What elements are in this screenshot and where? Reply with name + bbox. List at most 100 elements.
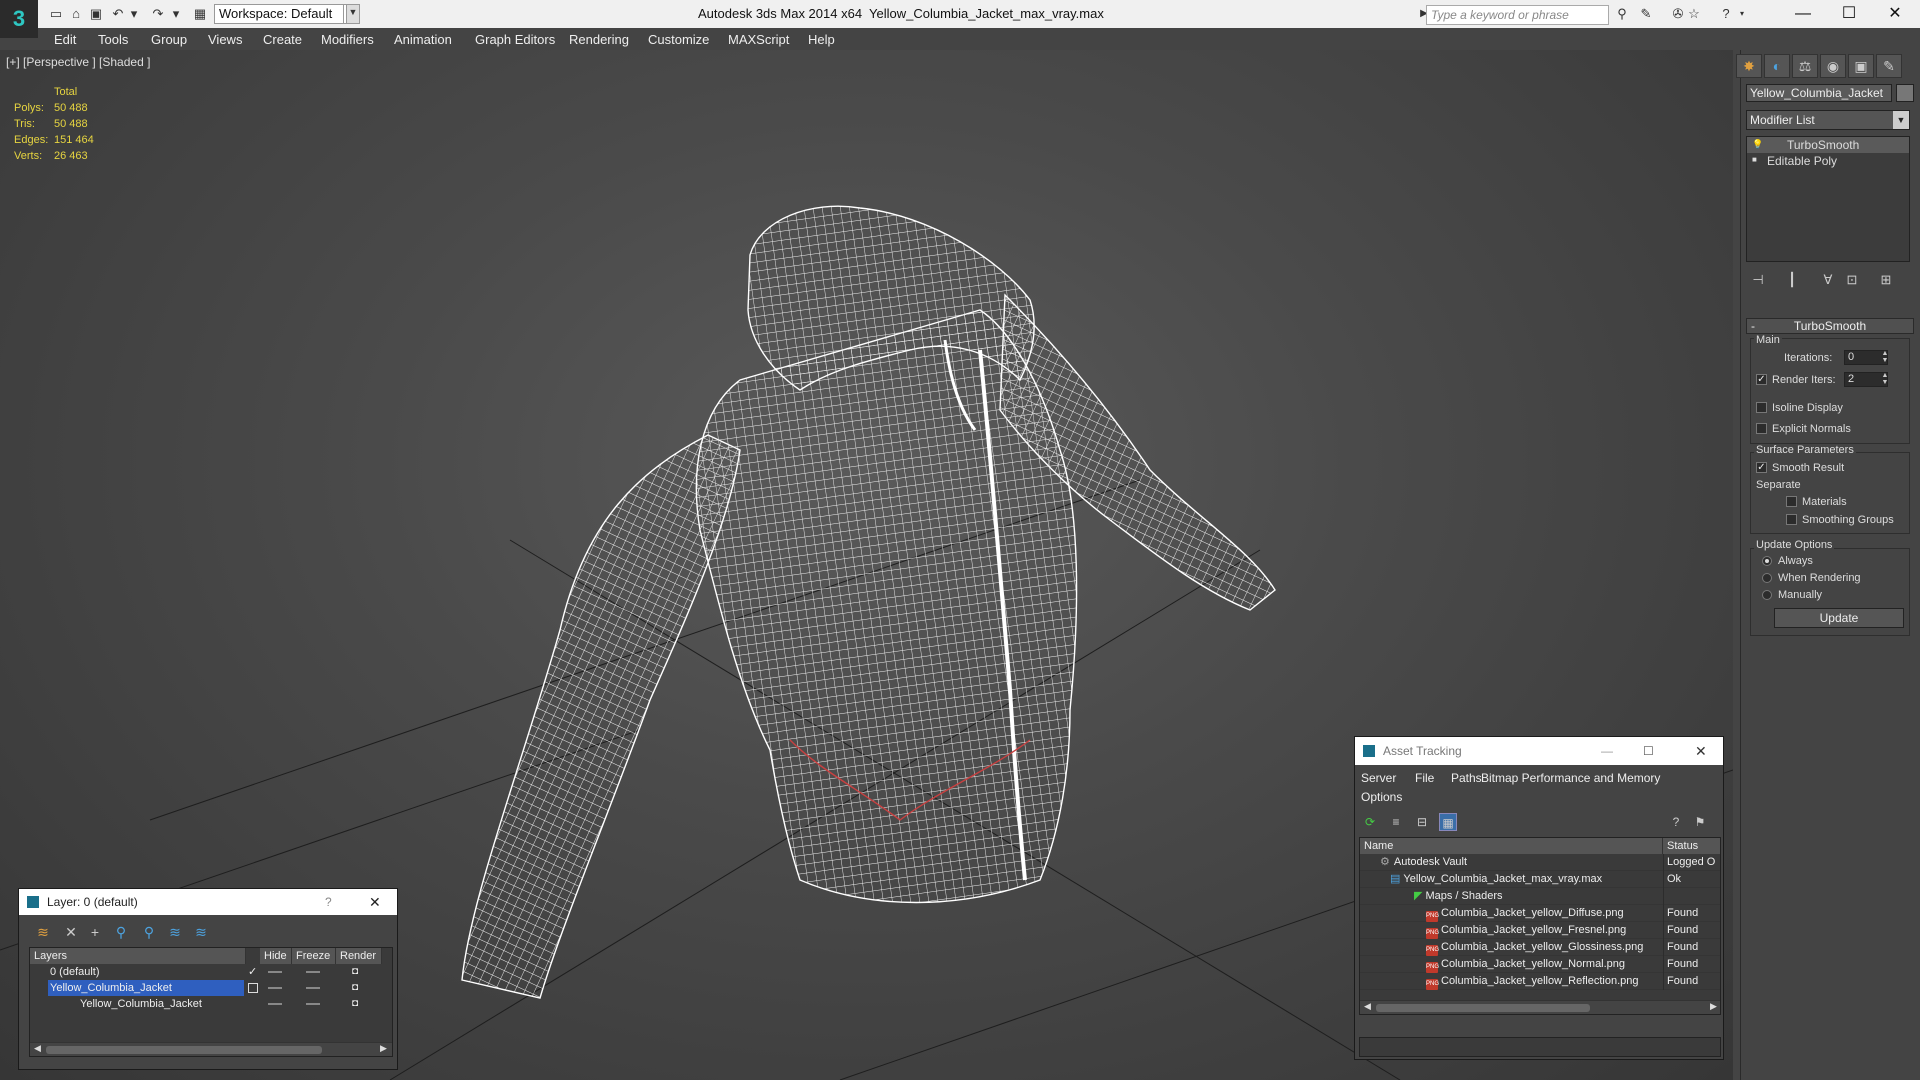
spinner-arrows-icon[interactable]: ▲ ▼ (1880, 372, 1890, 387)
binoculars-icon[interactable]: ⚲ (1614, 6, 1630, 21)
motion-tab-icon[interactable]: ◉ (1820, 54, 1846, 78)
tree-view-icon[interactable]: ⊟ (1413, 813, 1431, 831)
asset-window-title-bar[interactable]: Asset Tracking — ☐ ✕ (1355, 737, 1723, 765)
menu-paths[interactable]: Paths (1451, 771, 1482, 785)
workspace-menu-icon[interactable]: ▼ (346, 4, 360, 24)
isoline-display-checkbox[interactable] (1756, 402, 1767, 413)
refresh-icon[interactable]: ⟳ (1361, 813, 1379, 831)
layer-row[interactable]: Yellow_Columbia_Jacket ◘ (30, 996, 392, 1012)
menu-graph-editors[interactable]: Graph Editors (475, 32, 555, 47)
turbosmooth-rollout-header[interactable]: - TurboSmooth (1746, 318, 1914, 334)
asset-row[interactable]: ⚙ Autodesk Vault Logged O (1360, 854, 1720, 871)
minimize-icon[interactable]: — (1601, 737, 1613, 765)
hide-toggle[interactable] (268, 971, 282, 973)
favorites-star-icon[interactable]: ☆ (1686, 6, 1702, 21)
expand-box-icon[interactable]: ■ (1752, 155, 1762, 165)
freeze-column-header[interactable]: Freeze (292, 948, 336, 964)
undo-icon[interactable]: ↶ (110, 6, 126, 21)
smoothing-groups-checkbox[interactable] (1786, 514, 1797, 525)
asset-row[interactable]: PNG Columbia_Jacket_yellow_Diffuse.png Fo… (1360, 905, 1720, 922)
manually-radio[interactable] (1762, 590, 1772, 600)
menu-customize[interactable]: Customize (648, 32, 709, 47)
menu-bitmap-performance[interactable]: Bitmap Performance and Memory (1481, 771, 1660, 785)
show-end-result-icon[interactable]: ┃ (1782, 270, 1802, 290)
layer-row[interactable]: Yellow_Columbia_Jacket ◘ (30, 980, 392, 996)
scroll-right-icon[interactable]: ▶ (380, 1043, 387, 1054)
render-toggle-icon[interactable]: ◘ (352, 980, 358, 996)
layer-row[interactable]: 0 (default) ✓ ◘ (30, 964, 392, 980)
menu-help[interactable]: Help (808, 32, 835, 47)
modify-tab-icon[interactable]: ◐ (1764, 54, 1790, 78)
menu-create[interactable]: Create (263, 32, 302, 47)
hide-toggle[interactable] (268, 987, 282, 989)
menu-edit[interactable]: Edit (54, 32, 76, 47)
always-radio[interactable] (1762, 556, 1772, 566)
remove-modifier-icon[interactable]: ⊡ (1842, 270, 1862, 290)
asset-row[interactable]: PNG Columbia_Jacket_yellow_Normal.png Fou… (1360, 956, 1720, 973)
stack-item-turbosmooth[interactable]: 💡 TurboSmooth (1747, 137, 1909, 153)
asset-row[interactable]: PNG Columbia_Jacket_yellow_Glossiness.png… (1360, 939, 1720, 956)
search-input[interactable]: Type a keyword or phrase (1426, 5, 1609, 25)
render-column-header[interactable]: Render (336, 948, 382, 964)
horizontal-scrollbar[interactable]: ◀ ▶ (1360, 1000, 1720, 1014)
horizontal-scrollbar[interactable]: ◀ ▶ (30, 1042, 392, 1056)
close-icon[interactable]: ✕ (1872, 2, 1918, 26)
close-icon[interactable]: ✕ (1695, 737, 1707, 765)
create-layer-icon[interactable]: + (85, 923, 105, 941)
layers-settings-icon[interactable]: ≋ (33, 923, 53, 941)
render-toggle-icon[interactable]: ◘ (352, 964, 358, 980)
close-icon[interactable]: ✕ (369, 889, 381, 915)
list-view-icon[interactable]: ≡ (1387, 813, 1405, 831)
scroll-left-icon[interactable]: ◀ (34, 1043, 41, 1054)
menu-group[interactable]: Group (151, 32, 187, 47)
make-unique-icon[interactable]: ∀ (1818, 270, 1838, 290)
smooth-result-checkbox[interactable]: ✓ (1756, 462, 1767, 473)
menu-server[interactable]: Server (1361, 771, 1396, 785)
menu-modifiers[interactable]: Modifiers (321, 32, 374, 47)
table-view-icon[interactable]: ▦ (1439, 813, 1457, 831)
freeze-toggle[interactable] (306, 971, 320, 973)
maximize-icon[interactable]: ☐ (1826, 2, 1872, 26)
render-iters-checkbox[interactable]: ✓ (1756, 374, 1767, 385)
menu-views[interactable]: Views (208, 32, 242, 47)
workspace-dropdown[interactable]: Workspace: Default ▼ (214, 4, 360, 24)
layer-window-title-bar[interactable]: Layer: 0 (default) ? ✕ (19, 889, 397, 915)
when-rendering-radio[interactable] (1762, 573, 1772, 583)
render-toggle-icon[interactable]: ◘ (352, 996, 358, 1012)
explicit-normals-checkbox[interactable] (1756, 423, 1767, 434)
help-pin-icon[interactable]: ⚑ (1691, 813, 1709, 831)
asset-row[interactable]: PNG Columbia_Jacket_yellow_Fresnel.png Fo… (1360, 922, 1720, 939)
communication-center-icon[interactable]: ✇ (1670, 6, 1686, 21)
project-folder-icon[interactable]: ▦ (192, 6, 208, 21)
subscription-icon[interactable]: ✎ (1638, 6, 1654, 21)
create-tab-icon[interactable]: ✸ (1736, 54, 1762, 78)
materials-checkbox[interactable] (1786, 496, 1797, 507)
3ds-max-logo-icon[interactable]: 3 (0, 0, 38, 38)
menu-animation[interactable]: Animation (394, 32, 452, 47)
open-file-icon[interactable]: ⌂ (68, 6, 84, 21)
undo-dropdown-icon[interactable]: ▾ (126, 6, 142, 21)
scroll-left-icon[interactable]: ◀ (1364, 1001, 1371, 1012)
configure-sets-icon[interactable]: ⊞ (1876, 270, 1896, 290)
active-layer-checkmark-icon[interactable]: ✓ (248, 964, 257, 980)
delete-layer-icon[interactable]: ✕ (61, 923, 81, 941)
display-tab-icon[interactable]: ▣ (1848, 54, 1874, 78)
scrollbar-thumb[interactable] (1376, 1004, 1590, 1012)
redo-dropdown-icon[interactable]: ▾ (168, 6, 184, 21)
chevron-down-icon[interactable]: ▼ (1893, 111, 1909, 129)
minimize-icon[interactable]: — (1780, 2, 1826, 26)
new-file-icon[interactable]: ▭ (48, 6, 64, 21)
freeze-all-layers-icon[interactable]: ≋ (191, 923, 211, 941)
menu-rendering[interactable]: Rendering (569, 32, 629, 47)
help-icon[interactable]: ? (1718, 6, 1734, 21)
highlight-layer-icon[interactable]: ⚲ (139, 923, 159, 941)
help-icon[interactable]: ? (1667, 813, 1685, 831)
object-name-field[interactable]: Yellow_Columbia_Jacket (1746, 84, 1892, 102)
hide-column-header[interactable]: Hide (260, 948, 292, 964)
utilities-tab-icon[interactable]: ✎ (1876, 54, 1902, 78)
hide-toggle[interactable] (268, 1003, 282, 1005)
name-column-header[interactable]: Name (1360, 838, 1663, 854)
freeze-toggle[interactable] (306, 1003, 320, 1005)
stack-item-editable-poly[interactable]: ■ Editable Poly (1747, 153, 1909, 169)
hierarchy-tab-icon[interactable]: ⚖ (1792, 54, 1818, 78)
